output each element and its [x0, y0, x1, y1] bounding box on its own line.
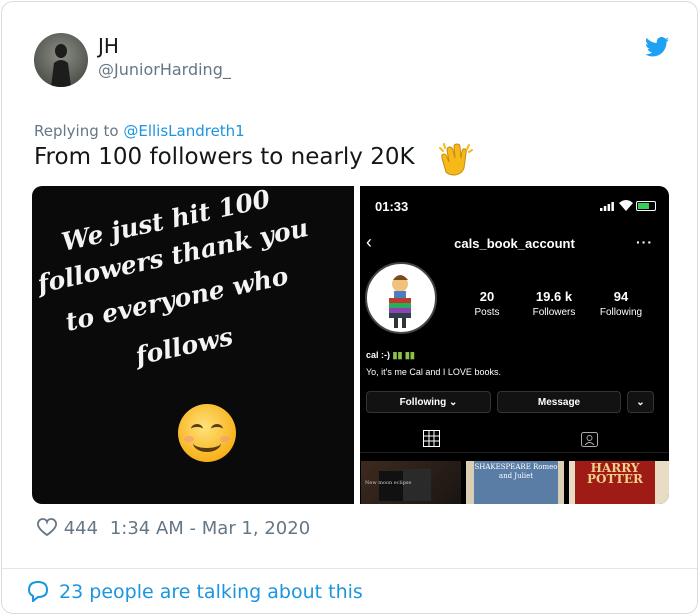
post-thumbnail[interactable]: HARRY POTTER — [569, 461, 669, 504]
following-label: Following — [399, 397, 447, 408]
replying-to: Replying to @EllisLandreth1 — [34, 122, 245, 140]
twitter-bird-icon[interactable] — [645, 37, 669, 57]
clapping-hands-icon — [439, 143, 473, 176]
tweet-text: From 100 followers to nearly 20K — [34, 144, 415, 170]
post-thumbnail[interactable]: SHAKESPEARE Romeo and Juliet — [466, 461, 564, 504]
following-button[interactable]: Following ⌄ — [366, 391, 491, 413]
signal-icon — [600, 202, 614, 211]
tagged-icon[interactable] — [581, 430, 598, 447]
following-stat[interactable]: 94 Following — [581, 289, 661, 318]
author-handle[interactable]: @JuniorHarding_ — [98, 60, 231, 79]
thumb-caption: SHAKESPEARE Romeo and Juliet — [474, 463, 558, 480]
milestone-image[interactable]: We just hit 100 followers thank you to e… — [32, 186, 354, 504]
profile-picture — [365, 262, 437, 334]
talking-text: 23 people are talking about this — [59, 581, 363, 603]
handwritten-line: follows — [132, 321, 236, 371]
message-button[interactable]: Message — [497, 391, 621, 413]
like-count[interactable]: 444 — [64, 518, 98, 539]
wifi-icon — [619, 200, 633, 211]
timestamp[interactable]: 1:34 AM - Mar 1, 2020 — [110, 518, 310, 539]
reply-prefix: Replying to — [34, 122, 119, 140]
grid-icon[interactable] — [423, 430, 440, 447]
divider — [2, 568, 697, 569]
speech-bubble-icon — [27, 580, 49, 602]
chevron-down-icon: ⌄ — [449, 397, 458, 408]
books-icon: ▮▮ ▮▮ — [392, 350, 415, 360]
post-thumbnail[interactable]: New moon eclipse — [361, 461, 461, 504]
status-time: 01:33 — [375, 199, 409, 214]
bio-text: Yo, it's me Cal and I LOVE books. — [366, 367, 501, 377]
stat-label: Following — [599, 307, 643, 318]
thumb-caption: New moon eclipse — [365, 480, 412, 486]
thumb-caption: HARRY POTTER — [586, 461, 644, 486]
stat-value: 94 — [613, 289, 629, 304]
instagram-screenshot[interactable]: 01:33 ‹ cals_book_account ··· 20 Posts 1… — [360, 186, 669, 504]
author-name[interactable]: JH — [98, 34, 119, 58]
tweet-meta: 444 1:34 AM - Mar 1, 2020 — [36, 517, 310, 539]
bio-name-text: cal :-) — [366, 350, 391, 360]
conversation-link[interactable]: 23 people are talking about this — [27, 580, 363, 603]
avatar[interactable] — [34, 33, 88, 87]
heart-icon[interactable] — [36, 517, 58, 537]
smiling-face-icon — [178, 404, 236, 462]
account-name: cals_book_account — [454, 236, 575, 251]
reply-mention-link[interactable]: @EllisLandreth1 — [123, 122, 244, 140]
bio-name: cal :-) ▮▮ ▮▮ — [366, 350, 415, 361]
more-options-icon[interactable]: ··· — [636, 234, 653, 250]
tweet-card: JH @JuniorHarding_ Replying to @EllisLan… — [1, 1, 698, 614]
battery-icon — [636, 201, 656, 211]
profile-tabs — [360, 424, 669, 453]
suggest-dropdown-button[interactable]: ⌄ — [627, 391, 654, 413]
